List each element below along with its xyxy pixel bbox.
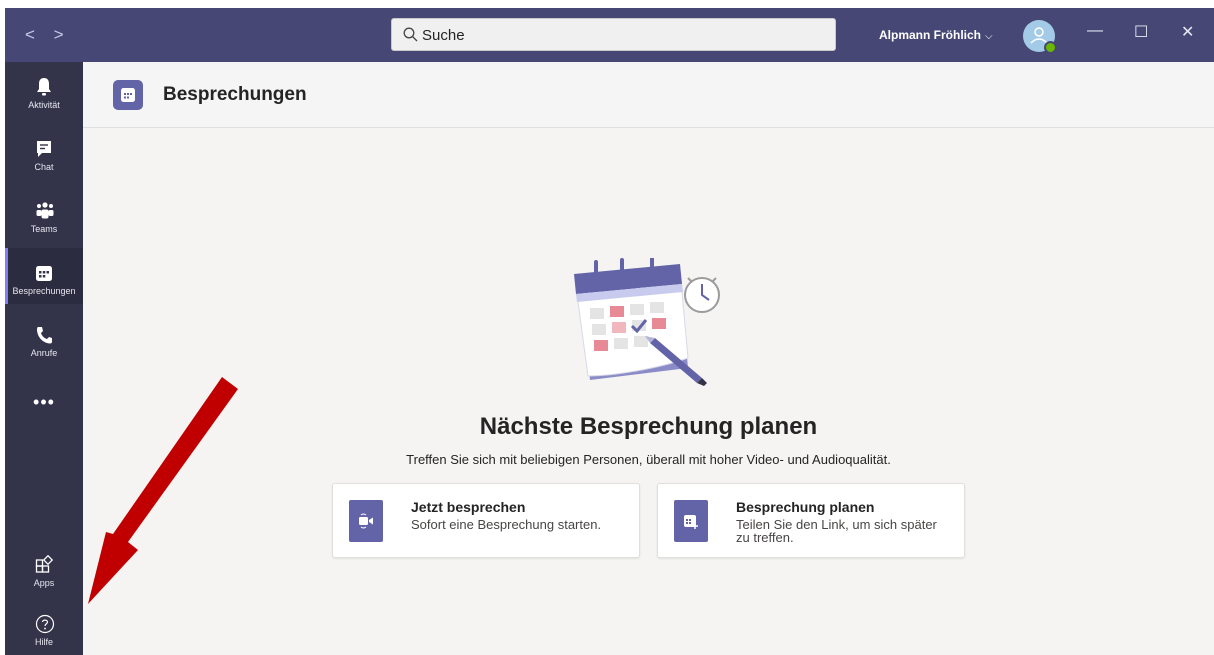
chat-icon xyxy=(37,141,51,157)
rail-item-label: Anrufe xyxy=(30,348,58,358)
empty-state-headline: Nächste Besprechung planen xyxy=(479,413,818,440)
video-camera-icon xyxy=(349,500,383,542)
teams-icon xyxy=(36,202,54,219)
rail-item-label: Aktivität xyxy=(28,100,60,110)
empty-state-subline: Treffen Sie sich mit beliebigen Personen… xyxy=(406,452,891,467)
bell-icon xyxy=(37,78,51,96)
chevron-down-icon: ⌵ xyxy=(985,31,993,42)
user-name: Alpmann Fröhlich xyxy=(879,28,981,42)
search-box[interactable]: Suche xyxy=(391,18,836,51)
main-content: Nächste Besprechung planen Treffen Sie s… xyxy=(83,128,1214,655)
more-apps-button[interactable]: ••• xyxy=(5,392,83,413)
chevron-right-icon[interactable]: > xyxy=(54,25,64,45)
page-header: Besprechungen xyxy=(83,62,1214,128)
calendar-icon xyxy=(113,80,143,110)
rail-item-label: Chat xyxy=(34,162,54,172)
close-button[interactable]: ✕ xyxy=(1181,22,1194,42)
user-menu[interactable]: Alpmann Fröhlich ⌵ xyxy=(879,28,993,42)
presence-available-icon xyxy=(1044,41,1057,54)
rail-item-activity[interactable]: Aktivität xyxy=(5,62,83,118)
rail-item-label: Hilfe xyxy=(34,637,53,647)
calendar-add-icon xyxy=(674,500,708,542)
chevron-left-icon[interactable]: < xyxy=(25,25,35,45)
app-rail: Aktivität Chat Teams Besprechungen Anruf… xyxy=(5,62,83,655)
rail-item-chat[interactable]: Chat xyxy=(5,124,83,180)
card-title: Besprechung planen xyxy=(736,499,875,515)
rail-item-calls[interactable]: Anrufe xyxy=(5,310,83,366)
maximize-button[interactable]: ☐ xyxy=(1134,22,1148,42)
page-title: Besprechungen xyxy=(163,84,307,105)
minimize-button[interactable]: — xyxy=(1087,22,1103,40)
rail-item-label: Teams xyxy=(30,224,58,234)
help-icon xyxy=(35,614,55,634)
rail-item-label: Besprechungen xyxy=(12,286,76,296)
rail-item-help[interactable]: Hilfe xyxy=(5,599,83,655)
rail-item-apps[interactable]: Apps xyxy=(5,540,83,596)
calendar-illustration-icon xyxy=(574,258,720,386)
search-icon xyxy=(403,27,418,42)
search-input[interactable]: Suche xyxy=(422,27,465,44)
card-description: Sofort eine Besprechung starten. xyxy=(411,517,602,532)
card-description: Teilen Sie den Link, um sich später zu t… xyxy=(736,517,937,545)
phone-icon xyxy=(37,327,52,344)
apps-icon xyxy=(35,555,53,573)
schedule-meeting-card[interactable]: Besprechung planen Teilen Sie den Link, … xyxy=(657,483,965,558)
calendar-icon xyxy=(36,266,52,281)
rail-item-teams[interactable]: Teams xyxy=(5,186,83,242)
rail-item-label: Apps xyxy=(33,578,55,588)
meet-now-card[interactable]: Jetzt besprechen Sofort eine Besprechung… xyxy=(332,483,640,558)
rail-item-meetings[interactable]: Besprechungen xyxy=(5,248,83,304)
card-title: Jetzt besprechen xyxy=(411,499,526,515)
title-bar: < > Suche Alpmann Fröhlich ⌵ — ☐ ✕ xyxy=(5,8,1214,62)
history-nav: < > xyxy=(25,25,78,45)
